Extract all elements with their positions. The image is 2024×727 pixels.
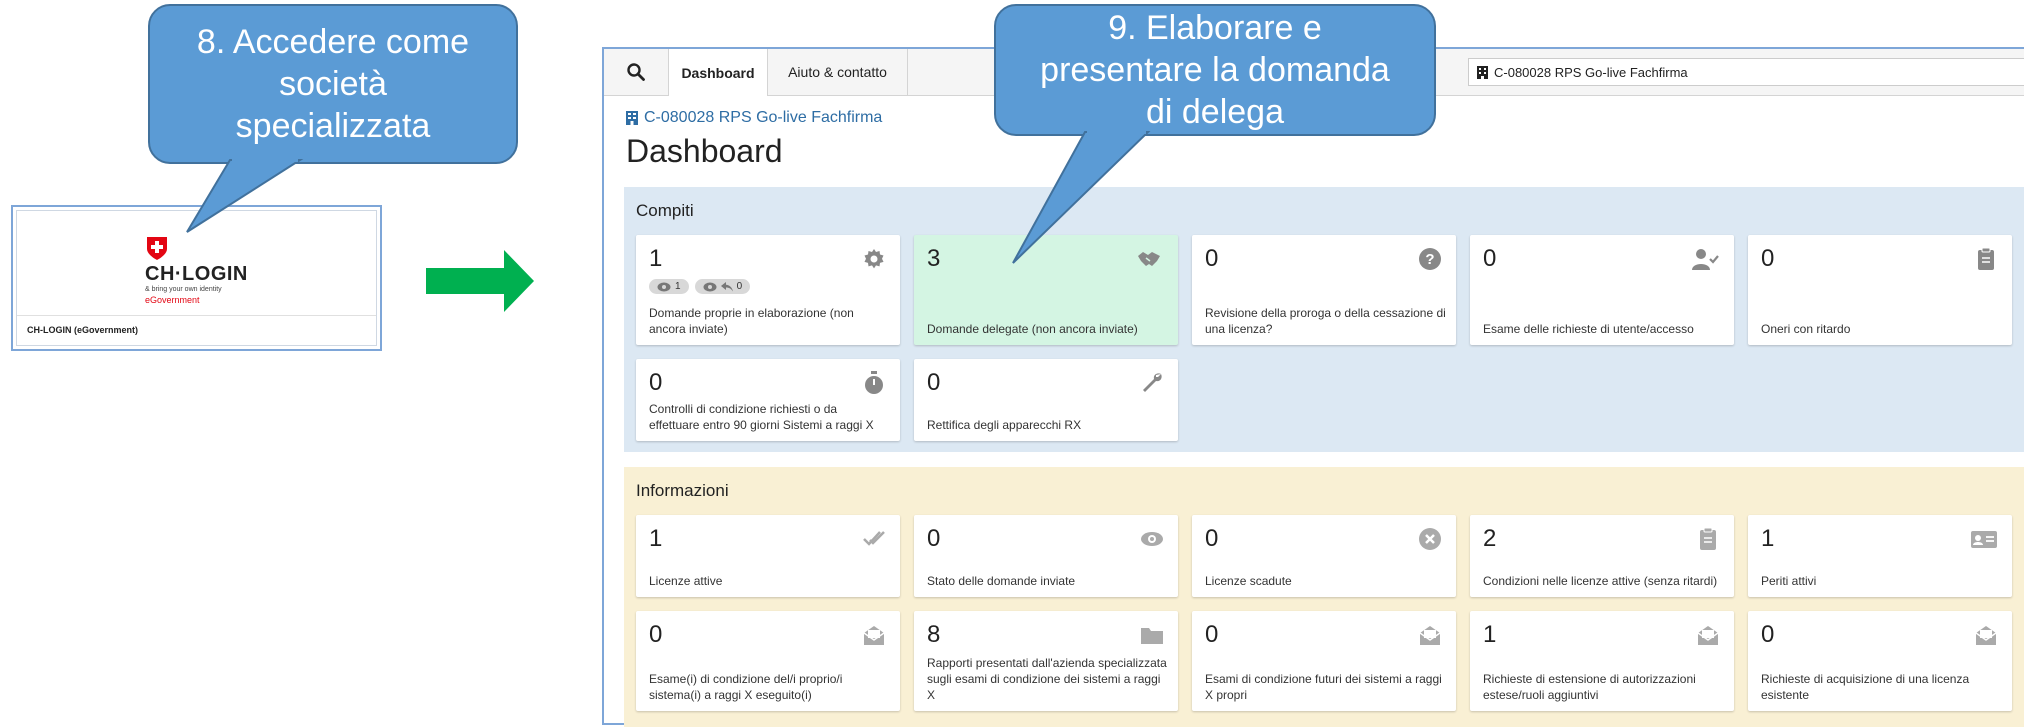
callout-step-9-pointer	[1012, 130, 1151, 264]
